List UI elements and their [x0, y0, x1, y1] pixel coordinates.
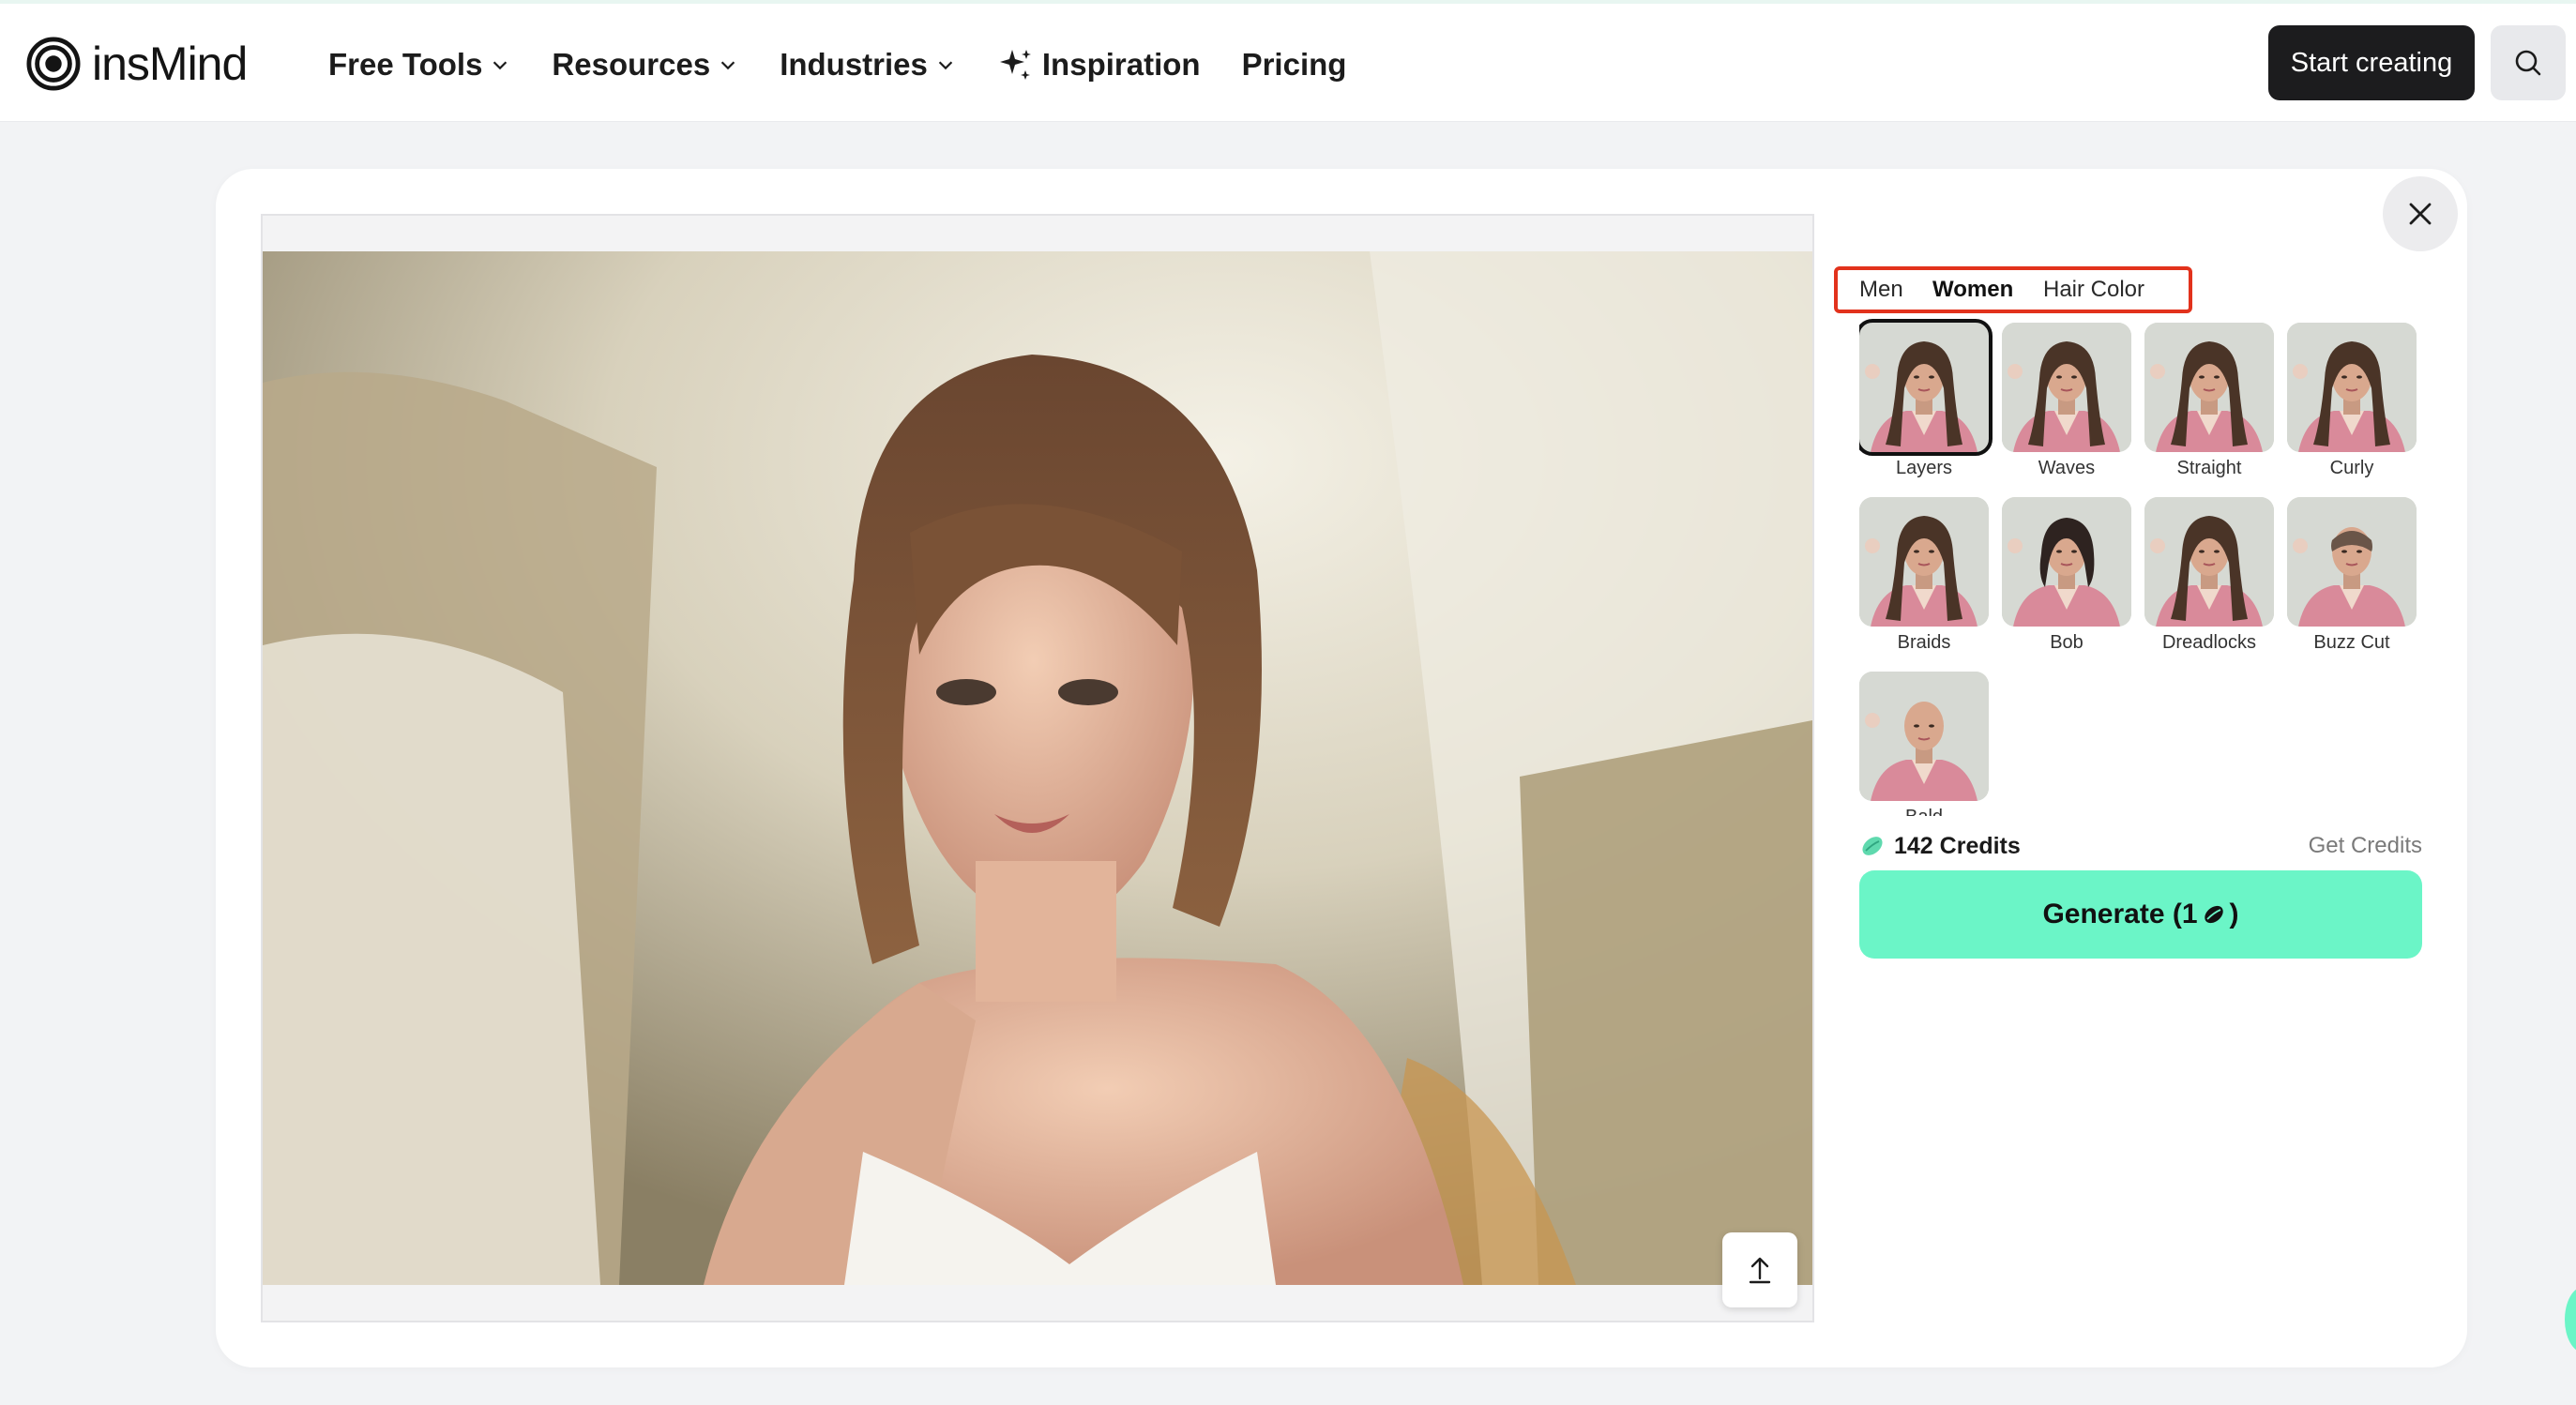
site-header: insMind Free Tools Resources Industries … [0, 4, 2576, 122]
generate-label-suffix: ) [2229, 899, 2239, 929]
hairstyle-label: Bob [2050, 632, 2084, 653]
tab-men[interactable]: Men [1859, 272, 1903, 308]
hairstyle-thumbnail [1859, 497, 1989, 627]
hairstyle-preview-image [2144, 323, 2274, 452]
hairstyle-thumbnail [1859, 672, 1989, 801]
hairstyle-label: Layers [1895, 458, 1953, 478]
chevron-down-icon [720, 61, 735, 70]
generate-label-prefix: Generate (1 [2042, 899, 2198, 929]
nav-resources[interactable]: Resources [552, 47, 738, 83]
search-icon [2515, 50, 2541, 76]
hairstyle-label: Buzz Cut [2313, 632, 2390, 653]
close-button[interactable] [2383, 176, 2458, 251]
hairstyle-preview-image [2002, 323, 2131, 452]
nav-industries-label: Industries [780, 47, 928, 82]
help-widget[interactable] [2565, 1287, 2576, 1352]
hairstyle-label: Dreadlocks [2161, 632, 2257, 653]
chevron-down-icon [938, 61, 953, 70]
uploaded-photo [263, 251, 1812, 1285]
hairstyle-option-dreadlocks[interactable]: Dreadlocks [2144, 497, 2274, 654]
hairstyle-option-braids[interactable]: Braids [1859, 497, 1989, 654]
chevron-down-icon [493, 61, 508, 70]
hairstyle-thumbnail [1859, 319, 1993, 456]
hairstyle-label: Bald [1859, 807, 1989, 816]
tab-hair-color[interactable]: Hair Color [2043, 272, 2144, 308]
generate-button[interactable]: Generate (1 ) [1859, 870, 2422, 959]
hairstyle-option-bald[interactable]: Bald [1859, 672, 1989, 816]
hairstyle-thumbnail [2002, 497, 2131, 627]
portrait-photo-image [263, 251, 1812, 1285]
upload-icon [1749, 1257, 1771, 1284]
get-credits-link[interactable]: Get Credits [2300, 831, 2422, 861]
hairstyle-grid: Layers Waves Straight Curly Braids Bob Dreadlo… [1859, 319, 2441, 816]
logo-text: insMind [92, 38, 248, 90]
hairstyle-label: Braids [1897, 632, 1951, 653]
close-icon [2409, 203, 2432, 225]
nav-inspiration-label: Inspiration [1041, 47, 1201, 82]
main-nav: Free Tools Resources Industries Inspirat… [328, 39, 1387, 90]
hairstyle-option-straight[interactable]: Straight [2144, 323, 2274, 479]
upload-button[interactable] [1722, 1232, 1797, 1307]
hairstyle-option-waves[interactable]: Waves [2002, 323, 2131, 479]
hairstyle-thumbnail [2144, 497, 2274, 627]
hairstyle-option-bob[interactable]: Bob [2002, 497, 2131, 654]
hairstyle-label: Curly [2329, 458, 2374, 478]
hairstyle-thumbnail [2144, 323, 2274, 452]
hairstyle-label: Waves [2038, 458, 2096, 478]
hairstyle-thumbnail [2002, 323, 2131, 452]
hairstyle-preview-image [2287, 323, 2417, 452]
credit-bean-icon [1862, 837, 1883, 855]
nav-inspiration[interactable]: Inspiration [997, 46, 1201, 83]
search-button[interactable] [2491, 25, 2566, 100]
hairstyle-preview-image [1859, 672, 1989, 801]
nav-pricing-label: Pricing [1241, 47, 1347, 82]
credits-amount: 142 Credits [1894, 832, 2021, 859]
hairstyle-preview-image [1859, 497, 1989, 627]
nav-free-tools[interactable]: Free Tools [328, 47, 510, 83]
nav-pricing[interactable]: Pricing [1242, 47, 1347, 83]
logo[interactable]: insMind [26, 36, 248, 92]
logo-mark-icon [26, 37, 81, 91]
hairstyle-option-layers[interactable]: Layers [1859, 319, 1993, 479]
hairstyle-option-curly[interactable]: Curly [2287, 323, 2417, 479]
nav-industries[interactable]: Industries [780, 47, 956, 83]
credits-balance: 142 Credits [1860, 831, 2021, 861]
credit-bean-icon [2204, 905, 2223, 924]
hairstyle-option-buzz-cut[interactable]: Buzz Cut [2287, 497, 2417, 654]
sparkle-icon [999, 50, 1031, 80]
hairstyle-thumbnail [2287, 323, 2417, 452]
hairstyle-label: Straight [2176, 458, 2242, 478]
nav-resources-label: Resources [552, 47, 711, 82]
start-creating-button[interactable]: Start creating [2268, 25, 2475, 100]
hairstyle-preview-image [2287, 497, 2417, 627]
hairstyle-preview-image [2144, 497, 2274, 627]
nav-free-tools-label: Free Tools [328, 47, 483, 82]
tab-women[interactable]: Women [1932, 272, 2013, 308]
hairstyle-preview-image [1859, 323, 1989, 452]
hairstyle-thumbnail [2287, 497, 2417, 627]
hairstyle-preview-image [2002, 497, 2131, 627]
